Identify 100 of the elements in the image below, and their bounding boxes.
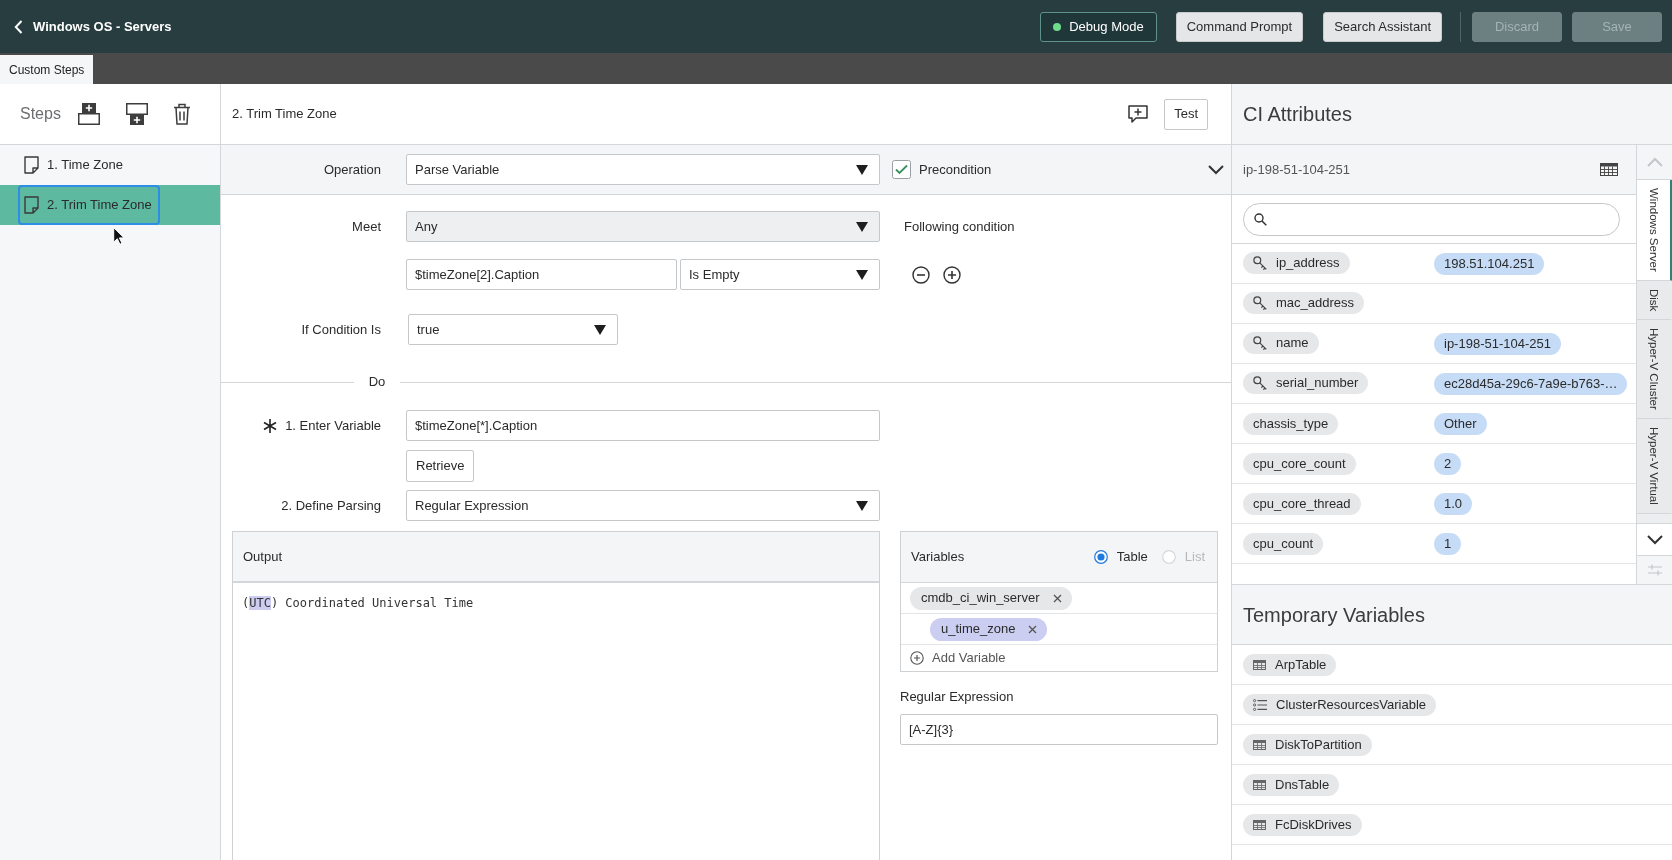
attribute-pill[interactable]: cpu_core_thread bbox=[1243, 492, 1361, 515]
side-tab[interactable]: Hyper-V Cluster bbox=[1637, 320, 1672, 419]
retrieve-button[interactable]: Retrieve bbox=[406, 450, 475, 482]
remove-icon[interactable] bbox=[1028, 624, 1038, 634]
debug-mode-button[interactable]: Debug Mode bbox=[1040, 11, 1157, 42]
step-item[interactable]: 2. Trim Time Zone bbox=[0, 185, 220, 225]
delete-icon bbox=[172, 103, 191, 125]
caret-icon bbox=[856, 164, 868, 175]
precondition-checkbox[interactable] bbox=[892, 160, 911, 179]
toolbar-icon-button[interactable] bbox=[124, 102, 149, 126]
field-label: If Condition Is bbox=[300, 320, 381, 339]
side-tab[interactable]: Windows Server bbox=[1637, 180, 1672, 281]
output-text: (UTC) Coordinated Universal Time bbox=[242, 596, 474, 610]
page-tab[interactable]: Custom Steps bbox=[0, 55, 94, 84]
field-label: 2. Define Parsing bbox=[280, 496, 381, 515]
value-pill[interactable]: 1.0 bbox=[1434, 492, 1473, 515]
variable-input[interactable]: $timeZone[*].Caption bbox=[406, 410, 880, 441]
comment-plus-icon bbox=[1128, 105, 1149, 123]
caret-icon bbox=[594, 324, 606, 335]
section-label: Following condition bbox=[904, 217, 1015, 236]
test-button[interactable]: Test bbox=[1164, 98, 1208, 130]
panel-title: CI Attributes bbox=[1243, 102, 1352, 127]
ci-name: ip-198-51-104-251 bbox=[1243, 160, 1350, 179]
caret-icon bbox=[856, 221, 868, 232]
collapse-button[interactable] bbox=[1208, 164, 1224, 175]
field-label: 1. Enter Variable bbox=[285, 416, 381, 435]
field-label: Regular Expression bbox=[900, 688, 1015, 706]
variable-pill[interactable]: DnsTable bbox=[1243, 773, 1340, 796]
table-icon bbox=[1253, 659, 1266, 670]
variable-pill[interactable]: DiskToPartition bbox=[1243, 733, 1372, 756]
caret-icon bbox=[856, 269, 868, 280]
side-tab[interactable]: Disk bbox=[1637, 280, 1672, 321]
add-variable-button[interactable]: Add Variable bbox=[901, 645, 1015, 671]
variable-input[interactable]: $timeZone[2].Caption bbox=[406, 259, 677, 290]
chevron-down-icon bbox=[1647, 534, 1663, 545]
chevron-up-icon bbox=[1647, 157, 1663, 167]
checkbox-label: Precondition bbox=[919, 160, 992, 179]
panel-title: Temporary Variables bbox=[1243, 602, 1425, 628]
search-icon bbox=[1254, 212, 1267, 226]
radio-label: Table bbox=[1116, 548, 1148, 567]
parsing-dropdown[interactable]: Regular Expression bbox=[406, 490, 880, 521]
remove-condition-button[interactable] bbox=[912, 265, 930, 284]
add-comment-button[interactable] bbox=[1128, 105, 1149, 123]
regex-input[interactable]: [A-Z]{3} bbox=[900, 713, 1218, 745]
variable-pill[interactable]: ClusterResourcesVariable bbox=[1243, 693, 1437, 716]
mouse-cursor-icon bbox=[113, 227, 125, 245]
variable-pill[interactable]: ArpTable bbox=[1243, 653, 1337, 676]
add-condition-button[interactable] bbox=[943, 265, 961, 284]
variable-tag[interactable]: u_time_zone bbox=[930, 617, 1048, 641]
key-icon bbox=[1253, 375, 1267, 390]
table-icon bbox=[1253, 739, 1266, 750]
plus-circle-icon bbox=[910, 651, 924, 665]
table-icon bbox=[1600, 163, 1618, 176]
attribute-pill[interactable]: chassis_type bbox=[1243, 412, 1339, 435]
value-pill[interactable]: ec28d45a-29c6-7a9e-b763-… bbox=[1434, 372, 1628, 395]
side-tab[interactable]: Hyper-V Virtual bbox=[1637, 418, 1672, 514]
list-icon bbox=[1253, 698, 1267, 711]
plus-circle-icon bbox=[943, 265, 961, 284]
condition-dropdown[interactable]: true bbox=[408, 314, 618, 345]
minus-circle-icon bbox=[912, 265, 930, 284]
add-above-icon bbox=[76, 102, 101, 126]
back-button[interactable] bbox=[14, 19, 23, 34]
variable-tag[interactable]: cmdb_ci_win_server bbox=[910, 586, 1072, 610]
radio-label: List bbox=[1184, 548, 1205, 567]
variable-pill[interactable]: FcDiskDrives bbox=[1243, 813, 1362, 836]
attribute-pill[interactable]: serial_number bbox=[1243, 371, 1369, 394]
step-title: 2. Trim Time Zone bbox=[232, 105, 337, 124]
caret-icon bbox=[856, 500, 868, 511]
value-pill[interactable]: Other bbox=[1434, 412, 1487, 435]
table-icon bbox=[1253, 819, 1266, 830]
remove-icon[interactable] bbox=[1052, 593, 1062, 603]
panel-title: Output bbox=[243, 547, 283, 566]
toolbar-button[interactable]: Command Prompt bbox=[1175, 11, 1304, 42]
value-pill[interactable]: 2 bbox=[1434, 452, 1462, 475]
value-pill[interactable]: 198.51.104.251 bbox=[1434, 252, 1545, 275]
attribute-pill[interactable]: ip_address bbox=[1243, 251, 1350, 274]
scroll-down-button[interactable] bbox=[1637, 523, 1672, 555]
table-icon bbox=[1253, 779, 1266, 790]
page-icon bbox=[24, 196, 39, 214]
panel-title: Variables bbox=[911, 548, 965, 567]
attribute-pill[interactable]: cpu_core_count bbox=[1243, 452, 1356, 475]
toolbar-button[interactable]: Search Assistant bbox=[1323, 11, 1442, 42]
value-pill[interactable]: ip-198-51-104-251 bbox=[1434, 332, 1561, 355]
page-icon bbox=[24, 156, 39, 174]
step-item[interactable]: 1. Time Zone bbox=[0, 145, 220, 185]
table-view-button[interactable] bbox=[1600, 163, 1618, 176]
operator-dropdown[interactable]: Is Empty bbox=[680, 259, 880, 290]
field-label: Meet bbox=[351, 217, 381, 236]
app-title: Windows OS - Servers bbox=[33, 17, 172, 36]
toolbar-icon-button[interactable] bbox=[172, 103, 191, 125]
toolbar-icon-button[interactable] bbox=[76, 102, 101, 126]
value-pill[interactable]: 1 bbox=[1434, 532, 1462, 555]
sliders-icon bbox=[1648, 563, 1662, 577]
operation-dropdown[interactable]: Parse Variable bbox=[406, 154, 880, 185]
attribute-pill[interactable]: cpu_count bbox=[1243, 532, 1323, 555]
key-icon bbox=[1253, 335, 1267, 350]
attribute-pill[interactable]: name bbox=[1243, 331, 1319, 354]
attribute-pill[interactable]: mac_address bbox=[1243, 291, 1365, 314]
section-label: Do bbox=[367, 373, 387, 392]
view-radio[interactable] bbox=[1093, 550, 1108, 564]
